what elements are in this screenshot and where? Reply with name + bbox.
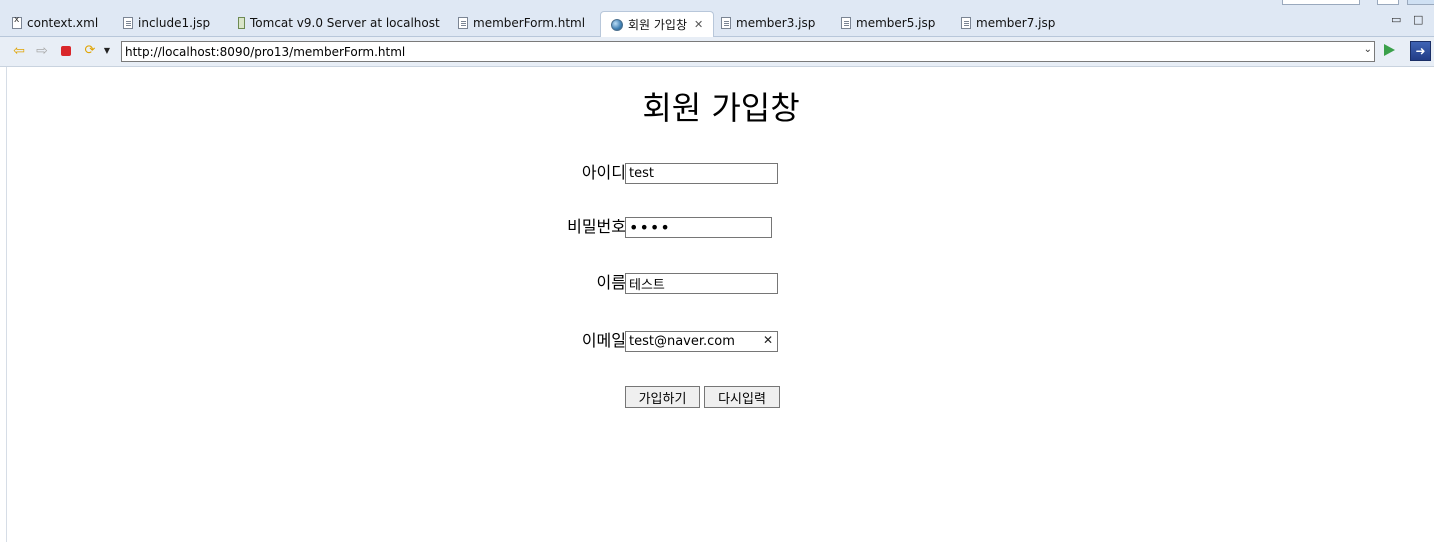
tab-member-signup-active[interactable]: 회원 가입창 ✕	[600, 11, 714, 37]
url-input[interactable]	[125, 42, 1350, 61]
name-label: 이름	[596, 273, 626, 292]
go-icon[interactable]	[1384, 44, 1395, 56]
perspective-active-button[interactable]	[1407, 0, 1434, 5]
tab-context-xml[interactable]: context.xml	[2, 11, 104, 35]
reset-button[interactable]: 다시입력	[704, 386, 780, 408]
stop-icon[interactable]	[58, 43, 74, 59]
tab-label: context.xml	[27, 16, 99, 30]
tab-include1-jsp[interactable]: include1.jsp	[113, 11, 216, 35]
editor-tab-bar: context.xml include1.jsp Tomcat v9.0 Ser…	[0, 9, 1434, 37]
html-file-icon	[458, 17, 468, 29]
page-title: 회원 가입창	[642, 89, 800, 127]
form-row-name: 이름	[7, 272, 1434, 294]
email-input[interactable]	[625, 331, 778, 352]
clear-input-icon[interactable]: ✕	[763, 333, 773, 347]
jsp-file-icon	[123, 17, 133, 29]
url-bar[interactable]: ⌄	[121, 41, 1375, 62]
tab-tomcat-server[interactable]: Tomcat v9.0 Server at localhost	[228, 11, 446, 35]
tab-label: 회원 가입창	[628, 18, 688, 32]
jsp-file-icon	[961, 17, 971, 29]
password-input[interactable]	[625, 217, 772, 238]
tab-label: Tomcat v9.0 Server at localhost	[250, 16, 440, 30]
globe-icon	[611, 18, 623, 31]
chevron-down-icon[interactable]: ▼	[102, 43, 112, 59]
page-content: 회원 가입창 아이디 비밀번호 이름 이메일 ✕ 가입하기 다시입력	[6, 67, 1434, 542]
minimize-icon[interactable]: ▭	[1391, 13, 1401, 26]
email-label: 이메일	[581, 331, 626, 350]
perspective-button[interactable]	[1377, 0, 1399, 5]
form-row-email: 이메일 ✕	[7, 330, 1434, 352]
submit-button[interactable]: 가입하기	[625, 386, 700, 408]
tab-memberform-html[interactable]: memberForm.html	[448, 11, 591, 35]
tab-label: member3.jsp	[736, 16, 816, 30]
password-label: 비밀번호	[567, 217, 626, 236]
server-icon	[238, 17, 245, 29]
tab-label: include1.jsp	[138, 16, 211, 30]
browser-toolbar: ⇦ ⇨ ⟳ ▼ ⌄ ➜	[0, 37, 1434, 67]
id-input[interactable]	[625, 163, 778, 184]
tab-member7-jsp[interactable]: member7.jsp	[951, 11, 1061, 35]
window-search-field[interactable]	[1282, 0, 1360, 5]
tab-label: member5.jsp	[856, 16, 936, 30]
form-row-password: 비밀번호	[7, 216, 1434, 238]
refresh-icon[interactable]: ⟳	[82, 43, 98, 59]
jsp-file-icon	[721, 17, 731, 29]
tab-label: memberForm.html	[473, 16, 586, 30]
xml-file-icon	[12, 15, 22, 29]
close-icon[interactable]: ✕	[694, 18, 703, 31]
name-input[interactable]	[625, 273, 778, 294]
maximize-icon[interactable]: □	[1413, 13, 1423, 26]
forward-arrow-icon[interactable]: ⇨	[34, 43, 50, 59]
tab-member3-jsp[interactable]: member3.jsp	[711, 11, 821, 35]
tab-member5-jsp[interactable]: member5.jsp	[831, 11, 941, 35]
tab-label: member7.jsp	[976, 16, 1056, 30]
form-row-id: 아이디	[7, 162, 1434, 184]
id-label: 아이디	[581, 163, 626, 182]
back-arrow-icon[interactable]: ⇦	[11, 43, 27, 59]
external-browser-icon[interactable]: ➜	[1410, 41, 1431, 61]
jsp-file-icon	[841, 17, 851, 29]
window-top-strip	[0, 0, 1434, 9]
chevron-down-icon[interactable]: ⌄	[1364, 44, 1372, 55]
